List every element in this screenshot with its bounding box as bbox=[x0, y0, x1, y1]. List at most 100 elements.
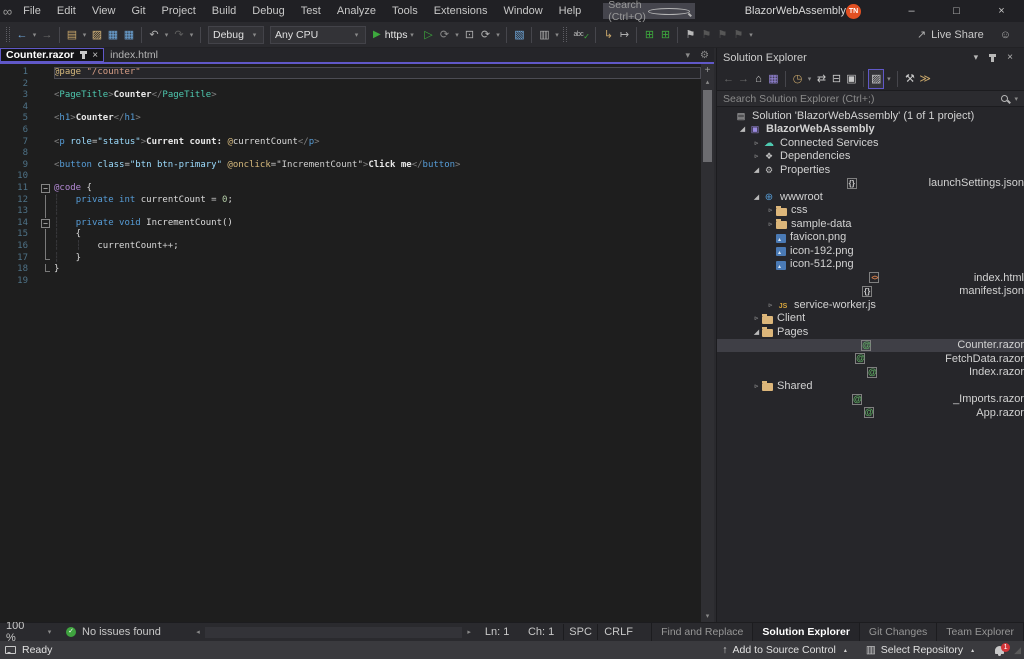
tree-item-dependencies[interactable]: ▹Dependencies bbox=[717, 150, 1024, 164]
search-options-dropdown-icon[interactable]: ▾ bbox=[1014, 95, 1018, 103]
restart-application-icon[interactable]: ⊡ bbox=[461, 25, 477, 45]
toolbar-grip[interactable] bbox=[6, 27, 10, 42]
toggle-bookmark-icon[interactable]: ⚑ bbox=[682, 25, 698, 45]
show-all-files-dropdown[interactable]: ▾ bbox=[884, 75, 893, 83]
tree-item-css[interactable]: ▹css bbox=[717, 204, 1024, 218]
menu-project[interactable]: Project bbox=[154, 2, 204, 20]
feedback-smiley-icon[interactable]: ☺ bbox=[1000, 29, 1011, 41]
apply-code-changes-icon[interactable]: ⟳ bbox=[477, 25, 493, 45]
fold-gutter[interactable]: − bbox=[40, 183, 54, 195]
code-line-2[interactable]: 2 bbox=[0, 79, 701, 91]
apply-code-changes-dropdown[interactable]: ▾ bbox=[493, 31, 502, 39]
properties-icon[interactable]: ⚒ bbox=[902, 69, 917, 89]
code-line-17[interactable]: 17┆ } bbox=[0, 253, 701, 265]
redo-icon[interactable]: ↷ bbox=[171, 25, 187, 45]
code-line-18[interactable]: 18} bbox=[0, 264, 701, 276]
menu-extensions[interactable]: Extensions bbox=[426, 2, 496, 20]
start-without-debugging-icon[interactable]: ▷ bbox=[420, 25, 436, 45]
expanded-arrow-icon[interactable]: ◢ bbox=[751, 166, 762, 174]
expanded-arrow-icon[interactable]: ◢ bbox=[751, 328, 762, 336]
document-list-dropdown-icon[interactable]: ▾ bbox=[681, 50, 696, 61]
quick-search-box[interactable]: Search (Ctrl+Q) bbox=[603, 3, 694, 19]
code-line-13[interactable]: 13┆ bbox=[0, 206, 701, 218]
tree-item-properties[interactable]: ◢Properties bbox=[717, 163, 1024, 177]
column-indicator[interactable]: Ch: 1 bbox=[519, 624, 563, 640]
panel-tab-git-changes[interactable]: Git Changes bbox=[860, 623, 937, 641]
back-icon[interactable]: ← bbox=[721, 69, 736, 89]
zoom-dropdown-icon[interactable]: ▾ bbox=[45, 628, 54, 636]
scroll-down-icon[interactable]: ▾ bbox=[706, 611, 710, 622]
code-editor[interactable]: 1@page "/counter"23<PageTitle>Counter</P… bbox=[0, 64, 701, 622]
bookmarks-dropdown[interactable]: ▾ bbox=[746, 31, 755, 39]
code-line-14[interactable]: 14−┆ private void IncrementCount() bbox=[0, 218, 701, 230]
pending-changes-dropdown[interactable]: ▾ bbox=[805, 75, 814, 83]
line-indicator[interactable]: Ln: 1 bbox=[475, 624, 519, 640]
collapse-box-icon[interactable]: − bbox=[41, 184, 50, 193]
menu-window[interactable]: Window bbox=[496, 2, 551, 20]
tree-item-icon-512-png[interactable]: icon-512.png bbox=[717, 258, 1024, 272]
tree-item-shared[interactable]: ▹Shared bbox=[717, 379, 1024, 393]
solution-platforms-dropdown[interactable]: Any CPU▾ bbox=[270, 26, 366, 44]
tree-item-connected-services[interactable]: ▹Connected Services bbox=[717, 136, 1024, 150]
code-line-11[interactable]: 11−@code { bbox=[0, 183, 701, 195]
navigate-to-cursor-icon[interactable]: ↳ bbox=[600, 25, 616, 45]
menu-help[interactable]: Help bbox=[551, 2, 590, 20]
code-line-6[interactable]: 6 bbox=[0, 125, 701, 137]
sync-with-active-document-icon[interactable]: ⇄ bbox=[814, 69, 829, 89]
home-icon[interactable]: ⌂ bbox=[751, 69, 766, 89]
save-all-icon[interactable]: ▦ bbox=[121, 25, 137, 45]
collapse-all-icon[interactable]: ⊟ bbox=[829, 69, 844, 89]
clear-bookmarks-icon[interactable]: ⚑ bbox=[730, 25, 746, 45]
redo-dropdown[interactable]: ▾ bbox=[187, 31, 196, 39]
tree-item-icon-192-png[interactable]: icon-192.png bbox=[717, 244, 1024, 258]
menu-analyze[interactable]: Analyze bbox=[329, 2, 384, 20]
navigate-forward-icon[interactable]: → bbox=[39, 25, 55, 45]
find-in-files-icon[interactable]: ▥ bbox=[536, 25, 552, 45]
menu-test[interactable]: Test bbox=[293, 2, 329, 20]
split-window-grip[interactable]: + bbox=[705, 64, 711, 77]
code-line-1[interactable]: 1@page "/counter" bbox=[0, 67, 701, 79]
tree-item-index-razor[interactable]: Index.razor bbox=[717, 366, 1024, 380]
menu-view[interactable]: View bbox=[84, 2, 124, 20]
switch-views-icon[interactable]: ▦ bbox=[766, 69, 781, 89]
notifications-button[interactable]: 1 bbox=[995, 646, 1004, 654]
hot-reload-dropdown[interactable]: ▾ bbox=[452, 31, 461, 39]
save-icon[interactable]: ▦ bbox=[105, 25, 121, 45]
code-line-3[interactable]: 3<PageTitle>Counter</PageTitle> bbox=[0, 90, 701, 102]
tree-item-solution-blazorwebassembly-1-of-1-project[interactable]: Solution 'BlazorWebAssembly' (1 of 1 pro… bbox=[717, 109, 1024, 123]
code-line-5[interactable]: 5<h1>Counter</h1> bbox=[0, 113, 701, 125]
pin-icon[interactable] bbox=[991, 54, 994, 62]
collapse-box-icon[interactable]: − bbox=[41, 219, 50, 228]
next-bookmark-icon[interactable]: ⚑ bbox=[714, 25, 730, 45]
tree-item-blazorwebassembly[interactable]: ◢BlazorWebAssembly bbox=[717, 123, 1024, 137]
tab-options-gear-icon[interactable]: ⚙ bbox=[695, 50, 714, 61]
tree-item-favicon-png[interactable]: favicon.png bbox=[717, 231, 1024, 245]
tree-item-index-html[interactable]: index.html bbox=[717, 271, 1024, 285]
expanded-arrow-icon[interactable]: ◢ bbox=[737, 125, 748, 133]
scroll-left-icon[interactable]: ◂ bbox=[192, 628, 204, 636]
tree-item-manifest-json[interactable]: manifest.json bbox=[717, 285, 1024, 299]
combo-dropdown-icon[interactable]: ▾ bbox=[352, 31, 361, 39]
start-debugging-button[interactable]: ▶https▾ bbox=[373, 29, 416, 41]
zoom-control[interactable]: 100 % ▾ bbox=[0, 620, 54, 644]
pending-changes-filter-icon[interactable]: ◷ bbox=[790, 69, 805, 89]
collapsed-arrow-icon[interactable]: ▹ bbox=[765, 206, 776, 214]
tab-index-html[interactable]: index.html bbox=[104, 48, 164, 62]
menu-build[interactable]: Build bbox=[204, 2, 244, 20]
menu-tools[interactable]: Tools bbox=[384, 2, 426, 20]
previous-bookmark-icon[interactable]: ⚑ bbox=[698, 25, 714, 45]
undo-icon[interactable]: ↶ bbox=[146, 25, 162, 45]
step-into-specific-icon[interactable]: ↦ bbox=[616, 25, 632, 45]
undo-dropdown[interactable]: ▾ bbox=[162, 31, 171, 39]
menu-file[interactable]: File bbox=[15, 2, 49, 20]
combo-dropdown-icon[interactable]: ▾ bbox=[250, 31, 259, 39]
fold-gutter[interactable]: − bbox=[40, 218, 54, 230]
view-in-browser-icon[interactable]: ⊞ bbox=[641, 25, 657, 45]
solution-configurations-dropdown[interactable]: Debug▾ bbox=[208, 26, 264, 44]
horizontal-scrollbar[interactable] bbox=[205, 627, 462, 638]
scroll-up-icon[interactable]: ▴ bbox=[706, 77, 710, 88]
find-in-files-dropdown[interactable]: ▾ bbox=[552, 31, 561, 39]
feedback-icon[interactable] bbox=[5, 646, 16, 654]
tree-item-fetchdata-razor[interactable]: FetchData.razor bbox=[717, 352, 1024, 366]
menu-git[interactable]: Git bbox=[123, 2, 153, 20]
